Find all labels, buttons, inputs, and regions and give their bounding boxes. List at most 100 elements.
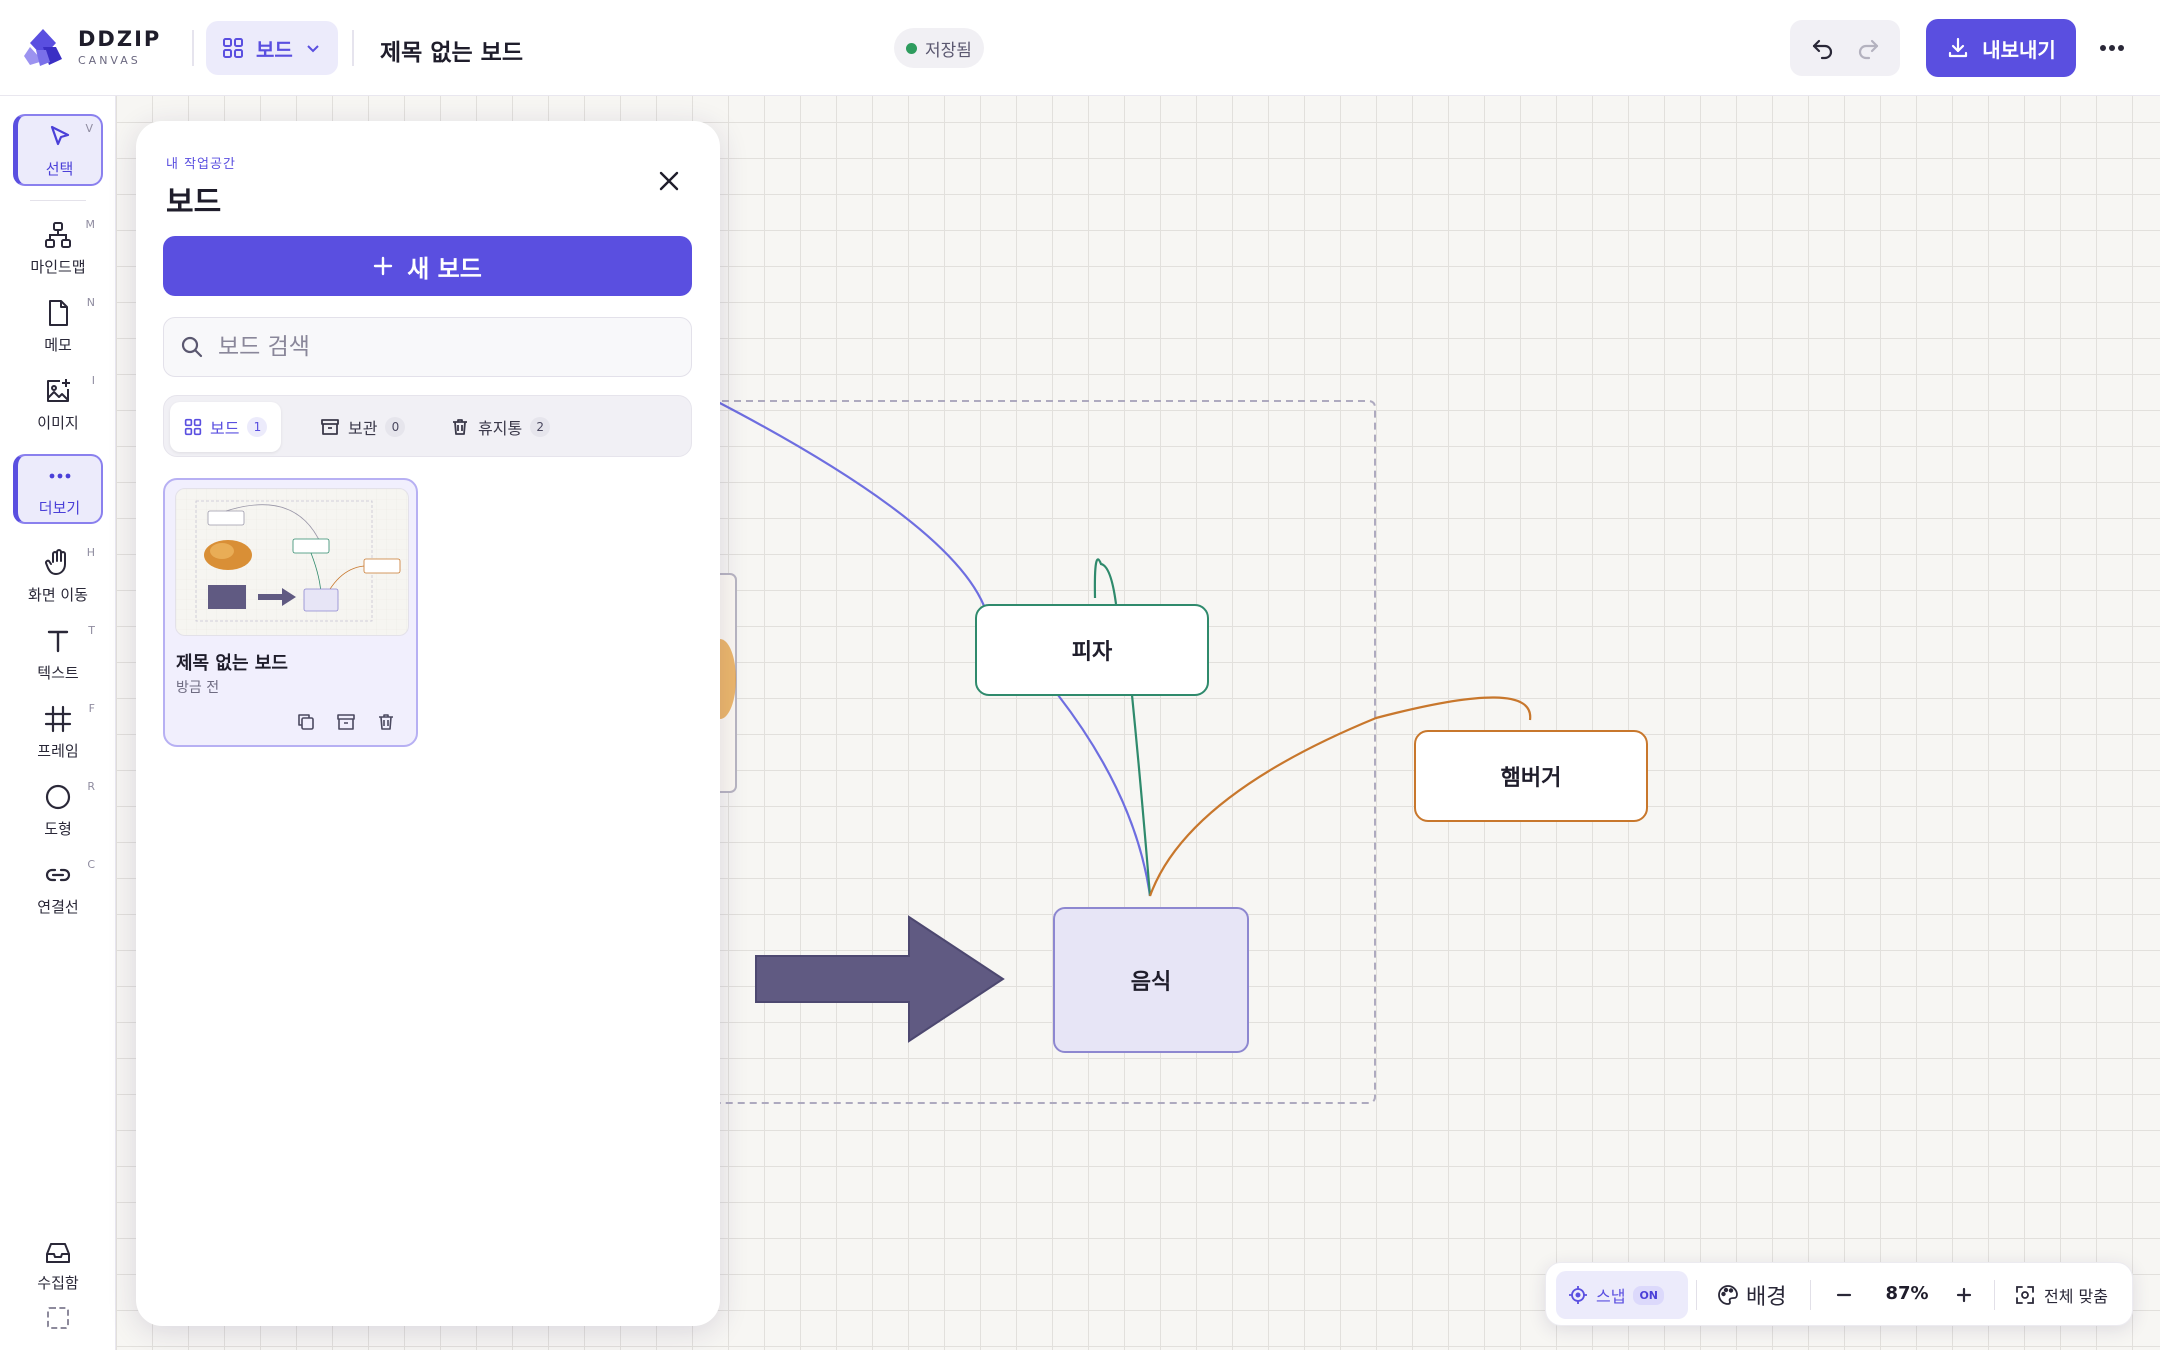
grid-icon <box>223 38 243 58</box>
more-horizontal-icon <box>2100 45 2124 51</box>
background-button[interactable]: 배경 <box>1716 1271 1786 1319</box>
tool-label: 더보기 <box>38 498 81 517</box>
image-add-icon <box>47 378 70 402</box>
tool-more[interactable]: 더보기 <box>13 454 103 524</box>
board-thumbnail <box>175 488 409 636</box>
panel-eyebrow: 내 작업공간 <box>166 157 236 172</box>
shortcut-key: V <box>85 122 93 135</box>
archive-button[interactable] <box>333 709 359 735</box>
tab-trash[interactable]: 휴지통 2 <box>436 402 564 452</box>
divider <box>1696 1280 1697 1310</box>
board-search <box>163 317 692 377</box>
shortcut-key: H <box>86 546 95 559</box>
inbox-button[interactable]: 수집함 <box>13 1232 103 1298</box>
tool-select[interactable]: V 선택 <box>13 114 103 186</box>
zoom-in-button[interactable] <box>1946 1277 1982 1313</box>
chevron-down-icon <box>307 45 319 53</box>
arrow-shape[interactable] <box>755 915 1005 1043</box>
shortcut-key: R <box>87 780 95 793</box>
save-status-badge: 저장됨 <box>894 28 984 68</box>
divider <box>1994 1280 1995 1310</box>
connection-loop[interactable] <box>1093 558 1118 605</box>
tool-image[interactable]: I 이미지 <box>13 368 103 440</box>
crosshair-icon <box>1569 1286 1587 1304</box>
divider <box>30 200 86 201</box>
board-card-timestamp: 방금 전 <box>176 680 220 696</box>
snap-label: 스냅 <box>1596 1287 1626 1306</box>
tab-label: 보드 <box>210 419 240 438</box>
copy-icon <box>298 714 314 730</box>
snap-state-badge: ON <box>1633 1285 1665 1305</box>
archive-icon <box>337 714 355 730</box>
new-board-button[interactable]: 새 보드 <box>163 236 692 296</box>
zoom-level: 87% <box>1885 1283 1929 1304</box>
tool-label: 마인드맵 <box>30 257 86 276</box>
new-board-label: 새 보드 <box>407 254 482 283</box>
note-icon <box>49 299 68 326</box>
text-icon <box>47 630 69 652</box>
logo-mark-icon <box>24 29 62 66</box>
tool-mindmap[interactable]: M 마인드맵 <box>13 212 103 284</box>
download-icon <box>1949 37 1968 58</box>
tab-boards[interactable]: 보드 1 <box>170 402 282 452</box>
divider <box>1810 1280 1811 1310</box>
inbox-label: 수집함 <box>37 1273 79 1292</box>
tool-text[interactable]: T 텍스트 <box>13 618 103 690</box>
canvas-controls: 스냅 ON 배경 87% 전체 맞춤 <box>1545 1262 2133 1326</box>
redo-icon[interactable] <box>1855 35 1881 61</box>
shortcut-key: I <box>91 374 95 387</box>
tab-label: 휴지통 <box>478 419 523 438</box>
panel-title: 보드 <box>166 185 222 220</box>
shortcut-key: F <box>88 702 95 715</box>
node-hamburger[interactable]: 햄버거 <box>1414 730 1648 822</box>
close-button[interactable] <box>651 163 687 199</box>
boards-panel: 내 작업공간 보드 새 보드 보드 1 보관 0 휴지통 2 <box>136 121 720 1326</box>
divider <box>192 30 194 66</box>
grid-icon <box>184 418 202 436</box>
search-input[interactable] <box>218 334 658 360</box>
tool-memo[interactable]: N 메모 <box>13 290 103 362</box>
connection-line[interactable] <box>715 400 988 612</box>
board-menu-button[interactable]: 보드 <box>206 21 338 75</box>
board-card[interactable]: 제목 없는 보드 방금 전 <box>163 478 418 747</box>
board-title[interactable]: 제목 없는 보드 <box>380 33 523 67</box>
tool-label: 화면 이동 <box>28 585 88 604</box>
app-logo[interactable]: DDZIP CANVAS <box>22 26 161 68</box>
fit-label: 전체 맞춤 <box>2044 1287 2108 1306</box>
tool-connector[interactable]: C 연결선 <box>13 852 103 924</box>
fit-screen-icon <box>2016 1286 2034 1304</box>
node-pizza[interactable]: 피자 <box>975 604 1209 696</box>
background-label: 배경 <box>1746 1285 1787 1310</box>
node-food[interactable]: 음식 <box>1053 907 1249 1053</box>
pointer-icon <box>50 125 69 145</box>
tab-label: 보관 <box>348 419 378 438</box>
export-button[interactable]: 내보내기 <box>1926 19 2076 77</box>
save-status-text: 저장됨 <box>925 40 972 61</box>
delete-button[interactable] <box>373 709 399 735</box>
tool-label: 도형 <box>44 819 72 838</box>
tool-frame[interactable]: F 프레임 <box>13 696 103 768</box>
tool-pan[interactable]: H 화면 이동 <box>13 540 103 612</box>
zoom-out-button[interactable] <box>1826 1277 1862 1313</box>
link-icon <box>45 868 71 881</box>
shortcut-key: T <box>88 624 95 637</box>
fit-to-screen-button[interactable]: 전체 맞춤 <box>2014 1271 2108 1319</box>
more-menu-button[interactable] <box>2092 28 2132 68</box>
frame-icon <box>44 705 72 732</box>
tool-label: 텍스트 <box>37 663 79 682</box>
connection-line[interactable] <box>1130 694 1152 897</box>
duplicate-button[interactable] <box>293 709 319 735</box>
minus-icon <box>1836 1293 1852 1297</box>
palette-icon <box>1718 1285 1738 1305</box>
undo-icon[interactable] <box>1810 35 1836 61</box>
left-toolbar: V 선택 M 마인드맵 N 메모 I 이미지 더보기 H 화면 이동 T 텍스트… <box>0 96 116 1350</box>
trash-icon <box>379 714 393 730</box>
close-icon <box>659 171 679 191</box>
mindmap-icon <box>45 221 71 248</box>
snap-toggle[interactable]: 스냅 ON <box>1556 1271 1688 1319</box>
brand-name: DDZIP <box>78 26 162 51</box>
connection-line[interactable] <box>1057 694 1152 897</box>
tab-archive[interactable]: 보관 0 <box>306 402 419 452</box>
selection-box-icon[interactable] <box>47 1307 69 1329</box>
tool-shape[interactable]: R 도형 <box>13 774 103 846</box>
